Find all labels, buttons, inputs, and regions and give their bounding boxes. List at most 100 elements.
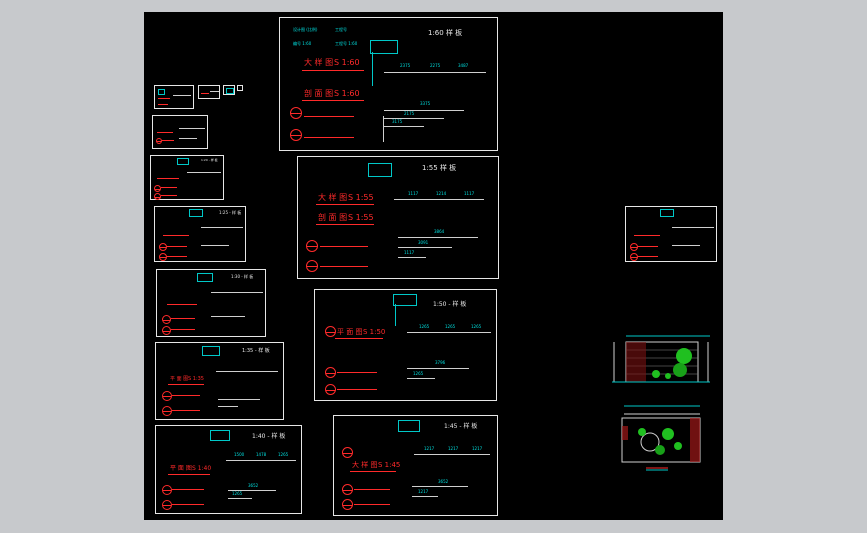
dimension-line (384, 126, 424, 127)
callout-line (320, 266, 368, 267)
dimension-text: 1214 (436, 191, 447, 196)
callout-line (172, 489, 204, 490)
sheet-title: 1:30 - 样 板 (231, 274, 254, 279)
planting-plan (621, 405, 701, 471)
dimension-line (384, 72, 486, 73)
sheet-1-55[interactable]: 1:55 样 板 大 样 图 S 1:55 1117 1214 1117 剖 面… (297, 156, 499, 279)
title-underline (158, 98, 170, 99)
sheet-1-30[interactable]: 1:30 - 样 板 (156, 269, 266, 337)
sheet-title: 1:35 - 样 板 (242, 348, 270, 354)
callout-line (158, 104, 168, 105)
leader-line (372, 52, 373, 86)
sheet-1-20[interactable]: 1:20 - 样 板 (150, 155, 224, 200)
sheet-1-35[interactable]: 1:35 - 样 板 平 面 图 S 1:35 (155, 342, 284, 420)
view-label: 大 样 图 (304, 58, 334, 67)
title-underline (335, 338, 383, 339)
dimension-text: 3652 (248, 483, 259, 488)
callout-line (167, 246, 187, 247)
sheet-1-45[interactable]: 1:45 - 样 板 大 样 图 S 1:45 1217 1217 1217 3… (333, 415, 498, 516)
sheet-small-2[interactable] (154, 85, 194, 109)
view-scale: S 1:50 (363, 328, 386, 336)
section-marker-icon (306, 240, 318, 252)
callout-line (337, 372, 377, 373)
callout-line (172, 504, 204, 505)
sheet-1-60[interactable]: 设计图 (比例) 工程号 1:60 样 板 编号 1:60 工程号 1:60 大… (279, 17, 498, 151)
view-label: 平 面 图 (170, 465, 192, 472)
dimension-text: 1478 (256, 452, 267, 457)
note-box (393, 294, 417, 306)
view-label: 平 面 图 (170, 376, 189, 382)
sheet-tag: 工程号 (335, 27, 347, 32)
section-marker-icon (162, 315, 171, 324)
title-underline (634, 235, 660, 236)
dimension-line (398, 257, 426, 258)
dimension-line (398, 237, 478, 238)
note-box (368, 163, 392, 177)
section-marker-icon (156, 138, 162, 144)
sheet-small-1[interactable] (152, 115, 208, 149)
dimension-line (414, 454, 490, 455)
sheet-small-4[interactable] (223, 85, 235, 95)
dimension-text: 1265 (419, 324, 430, 329)
sheet-small-5[interactable] (237, 85, 243, 91)
title-underline (201, 93, 209, 94)
title-underline (157, 132, 173, 133)
title-underline (163, 235, 189, 236)
section-marker-icon (325, 384, 336, 395)
callout-line (354, 489, 390, 490)
sheet-title: 1:50 - 样 板 (433, 301, 467, 308)
note-box (370, 40, 398, 54)
dimension-line (187, 172, 221, 173)
dimension-text: 2375 (400, 63, 411, 68)
dimension-line (672, 245, 700, 246)
sheet-1-40[interactable]: 1:40 - 样 板 平 面 图 S 1:40 1500 1478 1265 3… (155, 425, 302, 514)
dimension-text: 3091 (418, 240, 429, 245)
title-underline (157, 178, 179, 179)
view-label: 剖 面 图 (318, 213, 348, 222)
note-box (210, 430, 230, 441)
sheet-title: 1:45 - 样 板 (444, 423, 478, 430)
dimension-text: 3487 (458, 63, 469, 68)
view-scale: S 1:60 (334, 89, 360, 98)
section-marker-icon (162, 406, 172, 416)
dimension-line (407, 368, 469, 369)
dimension-text: 1117 (408, 191, 419, 196)
dimension-text: 1217 (472, 446, 483, 451)
note: 编号 1:60 (293, 41, 312, 46)
view-scale: S 1:40 (192, 465, 212, 472)
callout-line (171, 329, 195, 330)
section-marker-icon (162, 485, 172, 495)
sheet-1-25[interactable]: 1:25 - 样 板 (154, 206, 246, 262)
dimension-text: 1217 (448, 446, 459, 451)
callout-line (304, 137, 354, 138)
dimension-line (201, 245, 229, 246)
view-scale: S 1:55 (348, 193, 374, 202)
sheet-small-3[interactable] (198, 85, 220, 99)
section-marker-icon (342, 499, 353, 510)
note-box (226, 88, 234, 94)
dimension-line (201, 227, 243, 228)
dimension-text: 1265 (445, 324, 456, 329)
callout-line (320, 246, 368, 247)
dimension-line (179, 138, 197, 139)
sheet-title: 1:55 样 板 (422, 164, 457, 172)
dimension-text: 1117 (404, 250, 415, 255)
dimension-line (384, 110, 464, 111)
sheet-right[interactable] (625, 206, 717, 262)
title-underline (316, 224, 374, 225)
dimension-text: 3375 (420, 101, 431, 106)
dimension-text: 1117 (464, 191, 475, 196)
sheet-1-50[interactable]: 1:50 - 样 板 平 面 图 S 1:50 1265 1265 1265 3… (314, 289, 497, 401)
section-marker-icon (159, 253, 167, 261)
dimension-line (412, 486, 468, 487)
drawing-canvas[interactable]: 设计图 (比例) 工程号 1:60 样 板 编号 1:60 工程号 1:60 大… (144, 12, 723, 520)
dimension-text: 2175 (404, 111, 415, 116)
dimension-text: 1265 (471, 324, 482, 329)
section-marker-icon (154, 193, 161, 200)
dimension-line (173, 95, 191, 96)
dimension-line (412, 496, 438, 497)
dimension-line (211, 292, 263, 293)
dimension-text: 1265 (413, 371, 424, 376)
dimension-text: 1500 (234, 452, 245, 457)
dimension-line (179, 128, 205, 129)
